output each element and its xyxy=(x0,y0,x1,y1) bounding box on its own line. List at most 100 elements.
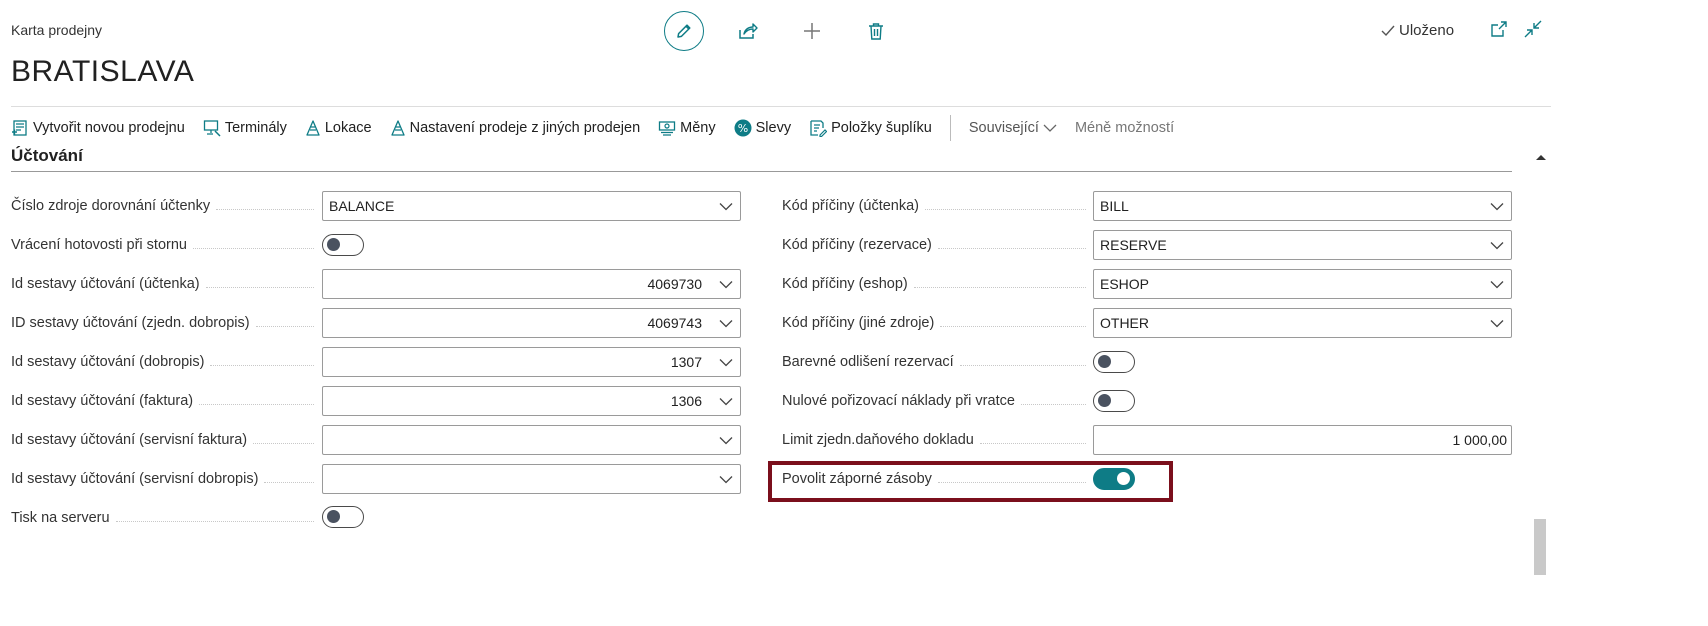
chevron-down-icon xyxy=(1490,202,1504,210)
field-label: Limit zjedn.daňového dokladu xyxy=(782,425,1086,455)
field-label-text: Kód příčiny (rezervace) xyxy=(782,237,932,253)
chevron-down-icon xyxy=(1490,241,1504,249)
field-label: Kód příčiny (účtenka) xyxy=(782,191,1086,221)
posting-report-credit-memo-select[interactable]: 1307 xyxy=(322,347,741,377)
field-row: Kód příčiny (eshop) xyxy=(782,269,1086,299)
location-icon xyxy=(390,119,405,136)
terminals-label: Terminály xyxy=(224,119,287,136)
zero-cost-on-return-toggle[interactable] xyxy=(1093,390,1135,412)
field-label: Kód příčiny (eshop) xyxy=(782,269,1086,299)
select-value: BALANCE xyxy=(329,198,395,214)
window-controls xyxy=(1490,20,1542,38)
field-label: Nulové pořizovací náklady při vratce xyxy=(782,386,1086,416)
plus-icon xyxy=(804,23,820,39)
svg-text:%: % xyxy=(737,122,747,135)
field-label: Kód příčiny (jiné zdroje) xyxy=(782,308,1086,338)
action-bar: Vytvořit novou prodejnu Terminály Lokace… xyxy=(11,106,1551,148)
receipt-balance-source-select[interactable]: BALANCE xyxy=(322,191,741,221)
select-value: 1306 xyxy=(670,393,702,409)
field-label-text: Limit zjedn.daňového dokladu xyxy=(782,432,974,448)
field-label-text: Tisk na serveru xyxy=(11,510,110,526)
reason-code-eshop-select[interactable]: ESHOP xyxy=(1093,269,1512,299)
drawer-items-label: Položky šuplíku xyxy=(831,119,932,136)
field-row: Id sestavy účtování (servisní dobropis) xyxy=(11,464,314,494)
field-label-text: Kód příčiny (eshop) xyxy=(782,276,908,292)
field-label: Tisk na serveru xyxy=(11,503,314,533)
location-icon xyxy=(306,119,320,136)
cash-refund-on-void-toggle[interactable] xyxy=(322,234,364,256)
reason-code-reservation-select[interactable]: RESERVE xyxy=(1093,230,1512,260)
reason-code-receipt-select[interactable]: BILL xyxy=(1093,191,1512,221)
field-label: Vrácení hotovosti při stornu xyxy=(11,230,314,260)
edit-button[interactable] xyxy=(664,11,704,51)
percent-icon: % xyxy=(734,119,752,136)
terminal-icon xyxy=(203,119,221,137)
field-label-text: Id sestavy účtování (dobropis) xyxy=(11,354,205,370)
new-store-icon xyxy=(12,119,27,136)
page-title: BRATISLAVA xyxy=(11,55,195,88)
terminals-action[interactable]: Terminály xyxy=(203,119,287,137)
field-row: ID sestavy účtování (zjedn. dobropis) xyxy=(11,308,314,338)
drawer-items-icon xyxy=(810,119,828,137)
field-row: Limit zjedn.daňového dokladu xyxy=(782,425,1086,455)
related-menu[interactable]: Související xyxy=(969,120,1057,136)
field-label-text: Barevné odlišení rezervací xyxy=(782,354,954,370)
field-label-text: Kód příčiny (jiné zdroje) xyxy=(782,315,935,331)
new-button[interactable] xyxy=(792,11,832,51)
fewer-options-button[interactable]: Méně možností xyxy=(1075,120,1174,136)
collapse-icon[interactable] xyxy=(1524,20,1542,38)
reason-code-other-select[interactable]: OTHER xyxy=(1093,308,1512,338)
field-label: Id sestavy účtování (servisní faktura) xyxy=(11,425,314,455)
field-row: Barevné odlišení rezervací xyxy=(782,347,1086,377)
field-label-text: ID sestavy účtování (zjedn. dobropis) xyxy=(11,315,250,331)
select-value: BILL xyxy=(1100,198,1129,214)
delete-button[interactable] xyxy=(856,11,896,51)
simplified-tax-doc-limit-input[interactable]: 1 000,00 xyxy=(1093,425,1512,455)
chevron-down-icon xyxy=(1490,319,1504,327)
posting-report-service-credit-memo-select[interactable] xyxy=(322,464,741,494)
open-new-window-icon[interactable] xyxy=(1490,20,1508,38)
chevron-down-icon xyxy=(1043,124,1057,132)
locations-action[interactable]: Lokace xyxy=(305,120,372,136)
discounts-label: Slevy xyxy=(755,119,792,136)
field-label: Číslo zdroje dorovnání účtenky xyxy=(11,191,314,221)
other-stores-settings-action[interactable]: Nastavení prodeje z jiných prodejen xyxy=(390,119,640,136)
action-separator xyxy=(949,114,951,141)
highlight-box xyxy=(768,461,1173,502)
select-value: ESHOP xyxy=(1100,276,1150,292)
fewer-options-label: Méně možností xyxy=(1074,119,1175,136)
chevron-down-icon xyxy=(719,475,733,483)
posting-report-receipt-select[interactable]: 4069730 xyxy=(322,269,741,299)
select-value: 4069730 xyxy=(647,276,702,292)
posting-report-invoice-select[interactable]: 1306 xyxy=(322,386,741,416)
field-label-text: Id sestavy účtování (faktura) xyxy=(11,393,194,409)
locations-label: Lokace xyxy=(324,119,372,136)
top-actions xyxy=(664,11,896,51)
print-on-server-toggle[interactable] xyxy=(322,506,364,528)
posting-report-simplified-credit-memo-select[interactable]: 4069743 xyxy=(322,308,741,338)
section-divider xyxy=(11,171,1512,172)
new-store-label: Vytvořit novou prodejnu xyxy=(33,119,185,136)
field-row: Id sestavy účtování (servisní faktura) xyxy=(11,425,314,455)
saved-status-label: Uloženo xyxy=(1399,22,1455,39)
field-label-text: Id sestavy účtování (servisní faktura) xyxy=(11,432,248,448)
field-label: Id sestavy účtování (servisní dobropis) xyxy=(11,464,314,494)
new-store-action[interactable]: Vytvořit novou prodejnu xyxy=(11,119,185,137)
field-label: Kód příčiny (rezervace) xyxy=(782,230,1086,260)
field-row: Nulové pořizovací náklady při vratce xyxy=(782,386,1086,416)
field-label: Id sestavy účtování (účtenka) xyxy=(11,269,314,299)
field-row: Kód příčiny (jiné zdroje) xyxy=(782,308,1086,338)
field-label-text: Id sestavy účtování (účtenka) xyxy=(11,276,200,292)
discounts-action[interactable]: % Slevy xyxy=(734,119,791,137)
share-button[interactable] xyxy=(728,11,768,51)
field-row: Id sestavy účtování (dobropis) xyxy=(11,347,314,377)
field-label: Id sestavy účtování (dobropis) xyxy=(11,347,314,377)
section-title: Účtování xyxy=(11,146,83,165)
reservation-color-toggle[interactable] xyxy=(1093,351,1135,373)
field-row: Tisk na serveru xyxy=(11,503,314,533)
scroll-up-arrow-icon[interactable] xyxy=(1535,152,1547,162)
posting-report-service-invoice-select[interactable] xyxy=(322,425,741,455)
drawer-items-action[interactable]: Položky šuplíku xyxy=(809,119,932,137)
currencies-action[interactable]: Měny xyxy=(658,119,716,137)
scrollbar-thumb[interactable] xyxy=(1534,519,1546,575)
